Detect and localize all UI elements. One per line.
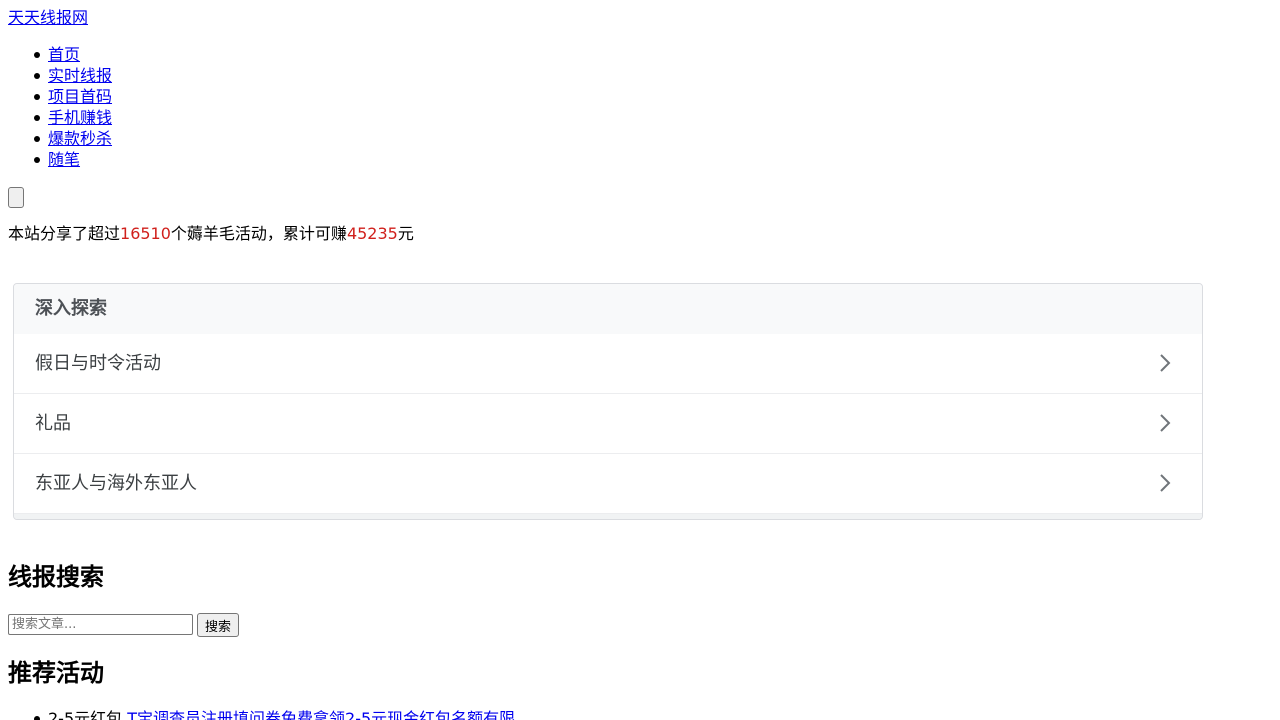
search-input[interactable] xyxy=(8,614,193,635)
recommend-list: 2-5元红包 T宝调查员注册填问卷免费拿领2-5元现金红包名额有限 xyxy=(33,708,515,720)
explore-item-label: 假日与时令活动 xyxy=(35,353,161,374)
stats-amount: 45235 xyxy=(346,224,398,243)
site-title-link[interactable]: 天天线报网 xyxy=(8,8,88,28)
chevron-right-icon xyxy=(1160,414,1171,432)
explore-card: 深入探索 假日与时令活动 礼品 东亚人与海外东亚人 xyxy=(13,283,1203,520)
recommend-item: 2-5元红包 T宝调查员注册填问卷免费拿领2-5元现金红包名额有限 xyxy=(33,708,515,720)
main-nav: 首页 实时线报 项目首码 手机赚钱 爆款秒杀 随笔 xyxy=(33,44,112,170)
nav-link-notes[interactable]: 随笔 xyxy=(48,150,80,169)
recommend-heading: 推荐活动 xyxy=(8,659,104,687)
explore-title: 深入探索 xyxy=(14,284,1202,334)
chevron-right-icon xyxy=(1160,354,1171,372)
nav-link-mobile[interactable]: 手机赚钱 xyxy=(48,108,112,127)
nav-item-mobile: 手机赚钱 xyxy=(33,107,112,128)
recommend-item-link[interactable]: T宝调查员注册填问卷免费拿领2-5元现金红包名额有限 xyxy=(127,709,515,720)
explore-item-gifts[interactable]: 礼品 xyxy=(14,394,1202,454)
nav-link-home[interactable]: 首页 xyxy=(48,45,80,64)
stats-suffix: 元 xyxy=(397,224,414,243)
nav-item-home: 首页 xyxy=(33,44,112,65)
site-stats: 本站分享了超过16510个薅羊毛活动，累计可赚45235元 xyxy=(8,224,414,244)
nav-link-flash-sale[interactable]: 爆款秒杀 xyxy=(48,129,112,148)
page: 天天线报网 首页 实时线报 项目首码 手机赚钱 爆款秒杀 随笔 本站分享了超过1… xyxy=(0,0,1280,720)
nav-item-projects: 项目首码 xyxy=(33,86,112,107)
chevron-right-icon xyxy=(1160,474,1171,492)
explore-item-label: 东亚人与海外东亚人 xyxy=(35,473,197,494)
explore-item-east-asians[interactable]: 东亚人与海外东亚人 xyxy=(14,454,1202,514)
menu-toggle-button[interactable] xyxy=(8,187,24,208)
stats-middle: 个薅羊毛活动，累计可赚 xyxy=(170,224,347,243)
search-button[interactable]: 搜索 xyxy=(197,613,239,637)
search-heading: 线报搜索 xyxy=(8,563,104,591)
stats-count: 16510 xyxy=(120,224,171,243)
explore-item-holidays[interactable]: 假日与时令活动 xyxy=(14,334,1202,394)
explore-item-label: 礼品 xyxy=(35,413,71,434)
nav-item-notes: 随笔 xyxy=(33,149,112,170)
nav-item-realtime: 实时线报 xyxy=(33,65,112,86)
explore-footer xyxy=(14,514,1202,519)
nav-link-realtime[interactable]: 实时线报 xyxy=(48,66,112,85)
recommend-item-prefix: 2-5元红包 xyxy=(48,709,123,720)
stats-prefix: 本站分享了超过 xyxy=(8,224,121,243)
nav-item-flash-sale: 爆款秒杀 xyxy=(33,128,112,149)
nav-link-projects[interactable]: 项目首码 xyxy=(48,87,112,106)
